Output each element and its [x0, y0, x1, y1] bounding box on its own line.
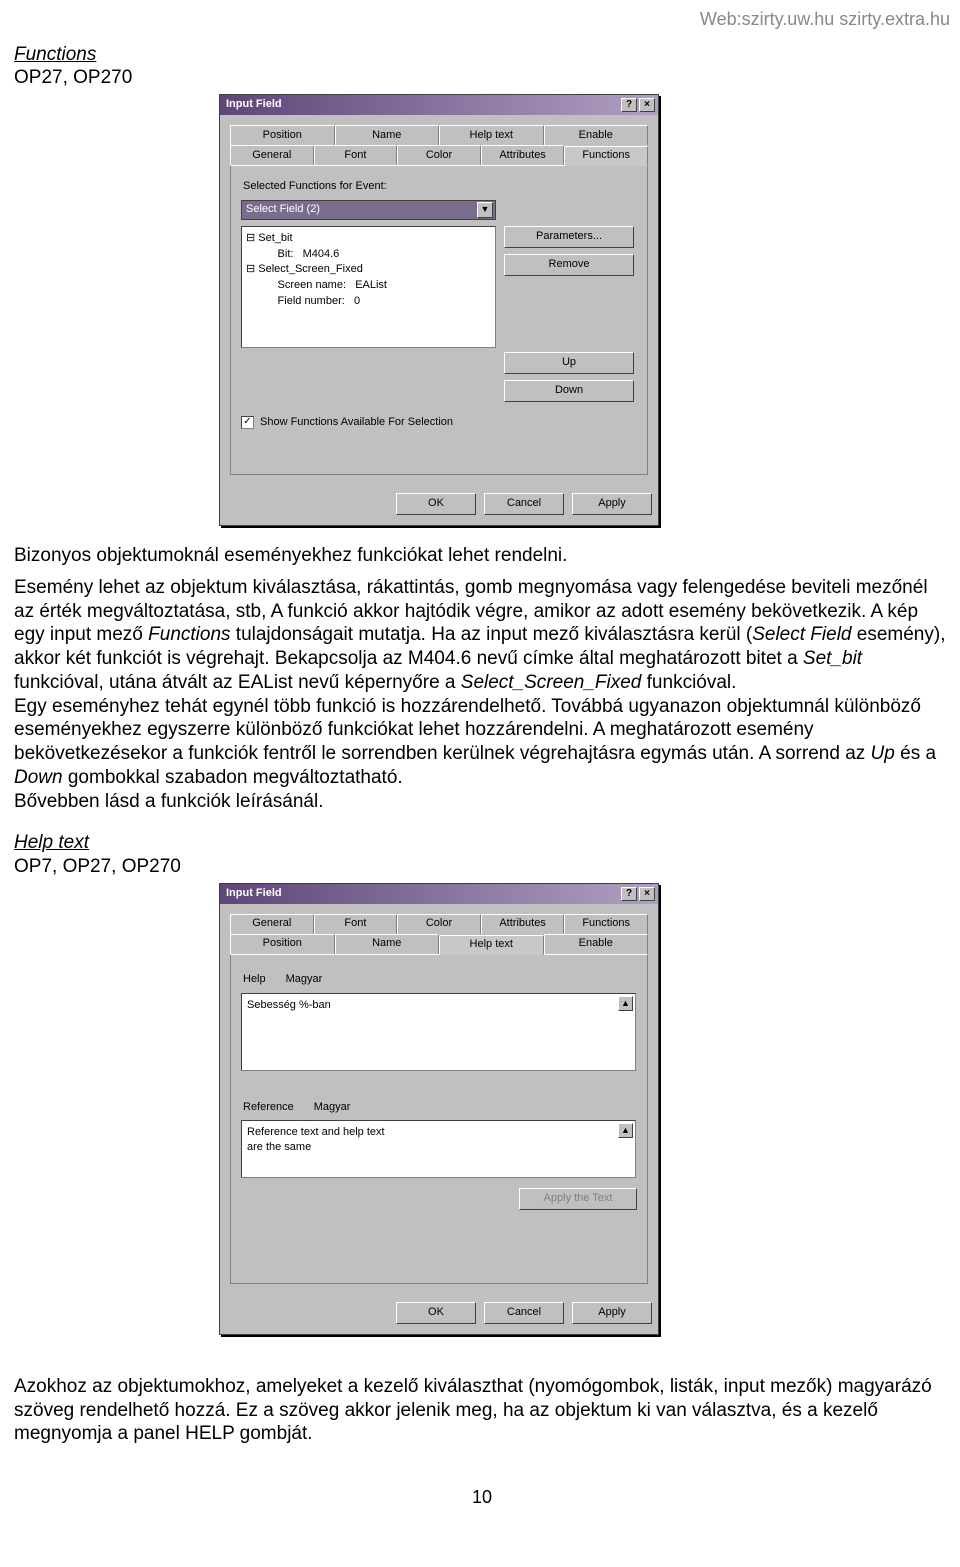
window-title: Input Field: [226, 887, 619, 901]
tab-color[interactable]: Color: [397, 145, 481, 165]
label-selected-functions: Selected Functions for Event:: [243, 180, 637, 194]
section-title-functions: Functions: [14, 43, 950, 67]
tab-help-text[interactable]: Help text: [439, 935, 544, 955]
remove-button[interactable]: Remove: [504, 254, 634, 276]
function-tree[interactable]: ⊟ Set_bit Bit: M404.6 ⊟ Select_Screen_Fi…: [241, 226, 496, 348]
tab-row-2: Position Name Help text Enable: [230, 934, 648, 954]
section-help-text: Help text OP7, OP27, OP270: [14, 831, 950, 879]
tab-position[interactable]: Position: [230, 934, 335, 954]
event-combo-value: Select Field (2): [246, 203, 320, 217]
tree-item-set-bit[interactable]: ⊟ Set_bit: [246, 231, 491, 247]
page-header-url: Web:szirty.uw.hu szirty.extra.hu: [14, 8, 950, 31]
tab-help-text[interactable]: Help text: [439, 125, 544, 145]
section-sub-help-text: OP7, OP27, OP270: [14, 855, 950, 879]
tab-attributes[interactable]: Attributes: [481, 914, 565, 934]
section-title-help-text: Help text: [14, 831, 950, 855]
value-reference-lang: Magyar: [314, 1101, 351, 1115]
ok-button[interactable]: OK: [396, 493, 476, 515]
help-text-box[interactable]: Sebesség %-ban ▲: [241, 993, 636, 1071]
para-main: Esemény lehet az objektum kiválasztása, …: [14, 576, 950, 814]
help-text-content: Sebesség %-ban: [247, 998, 630, 1013]
para-footer: Azokhoz az objektumokhoz, amelyeket a ke…: [14, 1375, 950, 1446]
tab-position[interactable]: Position: [230, 125, 335, 145]
tree-item-screen-name[interactable]: Screen name: EAList: [246, 278, 491, 294]
section-sub-functions: OP27, OP270: [14, 66, 950, 90]
tab-general[interactable]: General: [230, 914, 314, 934]
parameters-button[interactable]: Parameters...: [504, 226, 634, 248]
apply-button[interactable]: Apply: [572, 1302, 652, 1324]
tree-item-select-screen-fixed[interactable]: ⊟ Select_Screen_Fixed: [246, 262, 491, 278]
event-combo[interactable]: Select Field (2) ▼: [241, 200, 496, 220]
side-button-column: Parameters... Remove Up Down: [504, 226, 634, 402]
tab-row-1: General Font Color Attributes Functions: [230, 914, 648, 934]
scroll-up-icon[interactable]: ▲: [618, 1123, 633, 1138]
tab-attributes[interactable]: Attributes: [481, 145, 565, 165]
close-button[interactable]: ×: [639, 98, 655, 112]
reference-text-line2: are the same: [247, 1140, 630, 1155]
down-button[interactable]: Down: [504, 380, 634, 402]
scroll-up-icon[interactable]: ▲: [618, 996, 633, 1011]
tab-panel-functions: Selected Functions for Event: Select Fie…: [230, 165, 648, 475]
label-help: Help: [243, 973, 266, 987]
value-help-lang: Magyar: [286, 973, 323, 987]
reference-text-box[interactable]: Reference text and help text are the sam…: [241, 1120, 636, 1178]
cancel-button[interactable]: Cancel: [484, 1302, 564, 1324]
window-title: Input Field: [226, 98, 619, 112]
apply-button[interactable]: Apply: [572, 493, 652, 515]
ok-button[interactable]: OK: [396, 1302, 476, 1324]
tab-panel-help-text: Help Magyar Sebesség %-ban ▲ Reference M…: [230, 954, 648, 1284]
show-available-label: Show Functions Available For Selection: [260, 416, 453, 430]
dialog-footer-buttons: OK Cancel Apply: [220, 1292, 658, 1334]
tab-row-2: General Font Color Attributes Functions: [230, 145, 648, 165]
help-button[interactable]: ?: [621, 98, 637, 112]
cancel-button[interactable]: Cancel: [484, 493, 564, 515]
dialog-input-field-help-text: Input Field ? × General Font Color Attri…: [219, 883, 659, 1335]
show-available-checkbox[interactable]: ✓: [241, 416, 254, 429]
tab-color[interactable]: Color: [397, 914, 481, 934]
para-intro: Bizonyos objektumoknál eseményekhez funk…: [14, 544, 950, 568]
tab-enable[interactable]: Enable: [544, 125, 649, 145]
tab-row-1: Position Name Help text Enable: [230, 125, 648, 145]
tree-item-bit[interactable]: Bit: M404.6: [246, 247, 491, 263]
tab-font[interactable]: Font: [314, 145, 398, 165]
tab-name[interactable]: Name: [335, 934, 440, 954]
reference-text-line1: Reference text and help text: [247, 1125, 630, 1140]
dialog-input-field-functions: Input Field ? × Position Name Help text …: [219, 94, 659, 526]
section-functions: Functions OP27, OP270: [14, 43, 950, 91]
label-reference: Reference: [243, 1101, 294, 1115]
tab-name[interactable]: Name: [335, 125, 440, 145]
tab-font[interactable]: Font: [314, 914, 398, 934]
chevron-down-icon[interactable]: ▼: [477, 202, 493, 218]
tree-item-field-number[interactable]: Field number: 0: [246, 294, 491, 310]
tab-functions[interactable]: Functions: [564, 146, 648, 166]
tab-functions[interactable]: Functions: [564, 914, 648, 934]
tab-enable[interactable]: Enable: [544, 934, 649, 954]
tab-general[interactable]: General: [230, 145, 314, 165]
page-number: 10: [14, 1486, 950, 1509]
titlebar: Input Field ? ×: [220, 95, 658, 115]
help-button[interactable]: ?: [621, 887, 637, 901]
dialog-footer-buttons: OK Cancel Apply: [220, 483, 658, 525]
up-button[interactable]: Up: [504, 352, 634, 374]
apply-the-text-button: Apply the Text: [519, 1188, 637, 1210]
titlebar: Input Field ? ×: [220, 884, 658, 904]
close-button[interactable]: ×: [639, 887, 655, 901]
